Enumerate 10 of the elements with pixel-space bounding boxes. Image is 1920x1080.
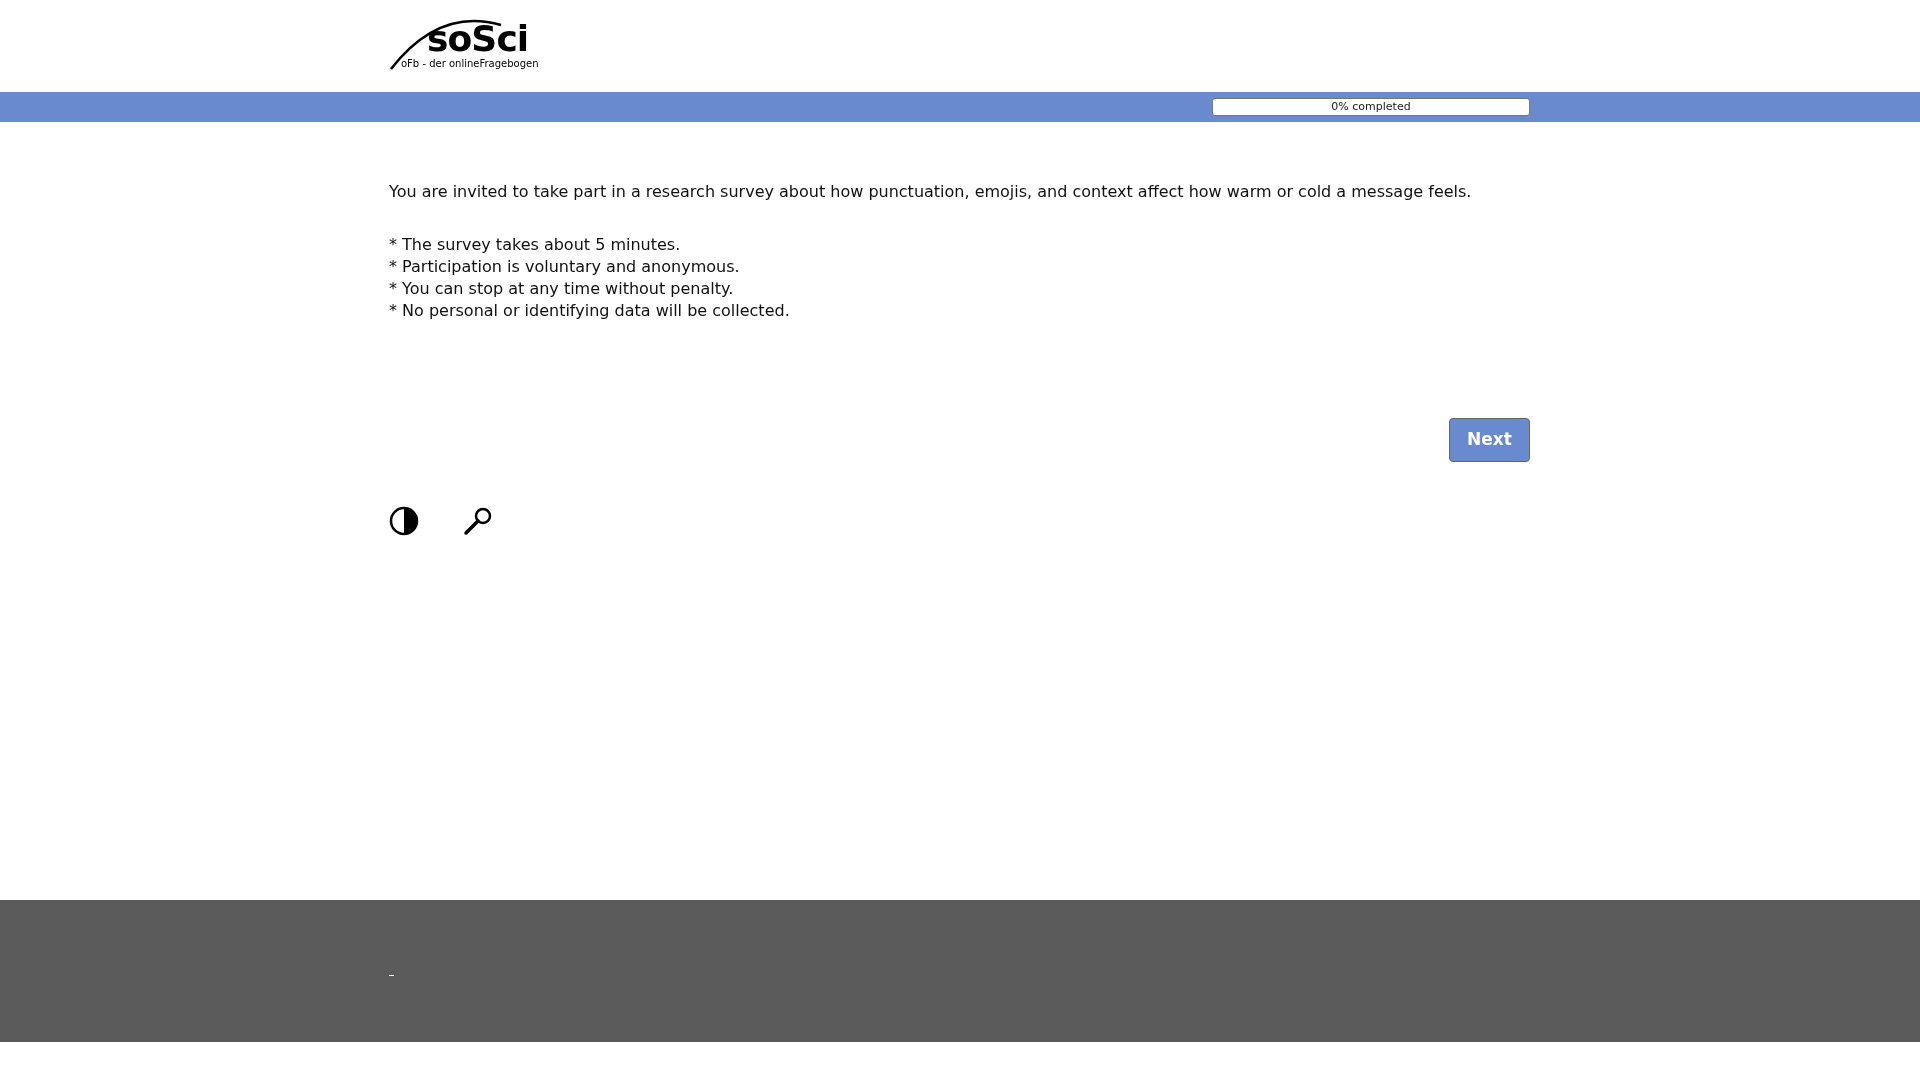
bullet-text: * No personal or identifying data will be collected. xyxy=(389,300,791,322)
contrast-icon[interactable] xyxy=(389,506,419,536)
search-icon[interactable] xyxy=(463,506,493,536)
bullet-text: * Participation is voluntary and anonymous. xyxy=(389,256,741,278)
next-button[interactable]: Next xyxy=(1449,418,1530,462)
intro-text: You are invited to take part in a research survey about how punctuation, emojis, and context affect how warm or cold a message feels. xyxy=(389,181,1473,203)
bullet-text: * You can stop at any time without penalty. xyxy=(389,278,735,300)
logo-subtitle: oFb - der onlineFragebogen xyxy=(401,57,539,71)
logo-title: soSci xyxy=(427,19,529,59)
bullet-text: * The survey takes about 5 minutes. xyxy=(389,234,682,256)
